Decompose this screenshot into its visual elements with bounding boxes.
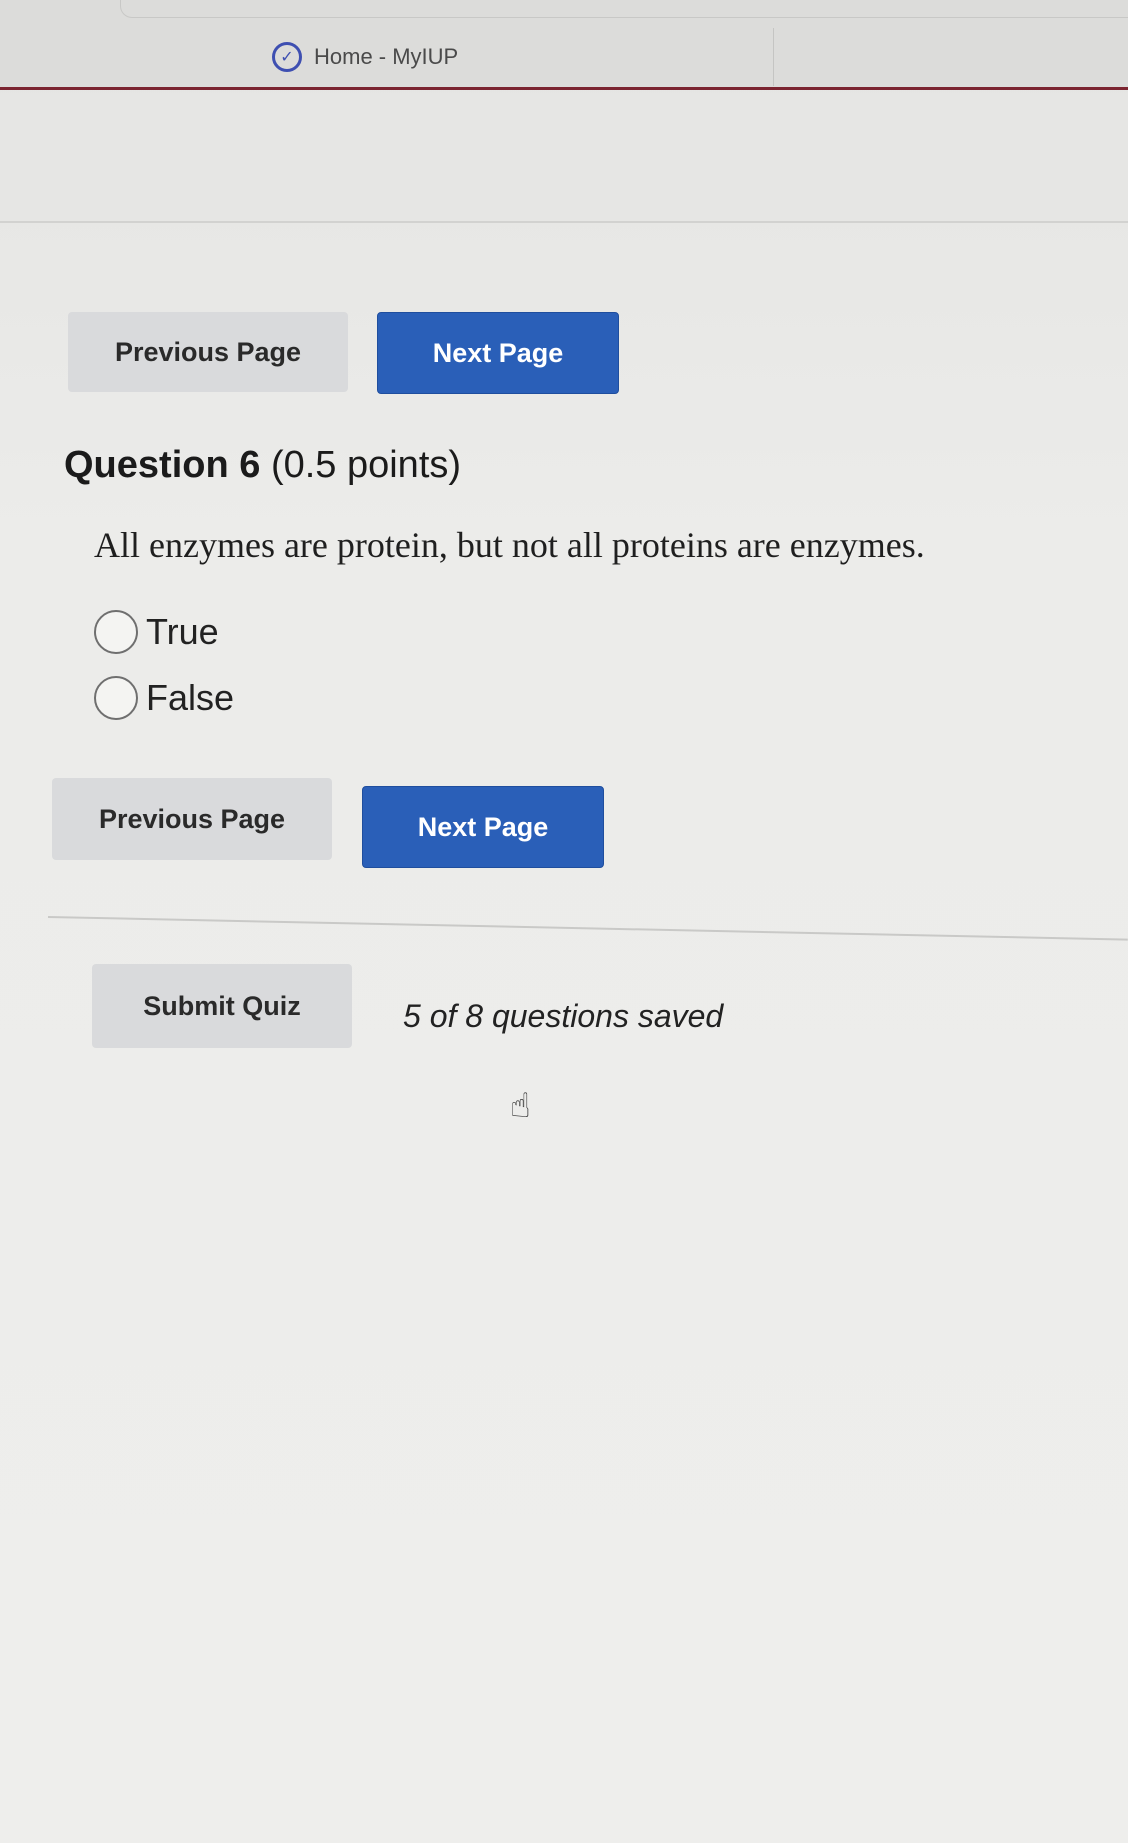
address-bar-edge	[120, 0, 1128, 18]
option-false[interactable]: False	[94, 676, 234, 720]
hand-cursor-icon: ☝	[510, 1087, 531, 1125]
tab-title: Home - MyIUP	[314, 44, 459, 69]
page-header	[0, 93, 1128, 223]
radio-button-true[interactable]	[94, 610, 138, 654]
option-true[interactable]: True	[94, 610, 219, 654]
question-points: (0.5 points)	[270, 444, 462, 486]
submit-quiz-button[interactable]: Submit Quiz	[92, 964, 352, 1048]
question-text: All enzymes are protein, but not all pro…	[94, 525, 925, 565]
section-divider	[47, 916, 1128, 941]
browser-tab[interactable]: ✓ Home - MyIUP	[230, 28, 774, 86]
next-page-button-top[interactable]: Next Page	[377, 312, 619, 394]
question-heading: Question 6 (0.5 points)	[64, 444, 461, 487]
option-label-true: True	[146, 611, 219, 652]
next-page-button-bottom[interactable]: Next Page	[362, 786, 604, 868]
option-label-false: False	[146, 677, 235, 718]
previous-page-button-top[interactable]: Previous Page	[68, 312, 348, 392]
saved-status-text: 5 of 8 questions saved	[403, 998, 724, 1034]
quiz-page: ✓ Home - MyIUP Previous Page Next Page Q…	[0, 0, 1128, 1843]
previous-page-button-bottom[interactable]: Previous Page	[52, 778, 332, 860]
check-circle-icon: ✓	[272, 42, 302, 72]
radio-button-false[interactable]	[94, 676, 138, 720]
browser-tab-bar: ✓ Home - MyIUP	[0, 0, 1128, 90]
question-number: Question 6	[64, 444, 261, 486]
